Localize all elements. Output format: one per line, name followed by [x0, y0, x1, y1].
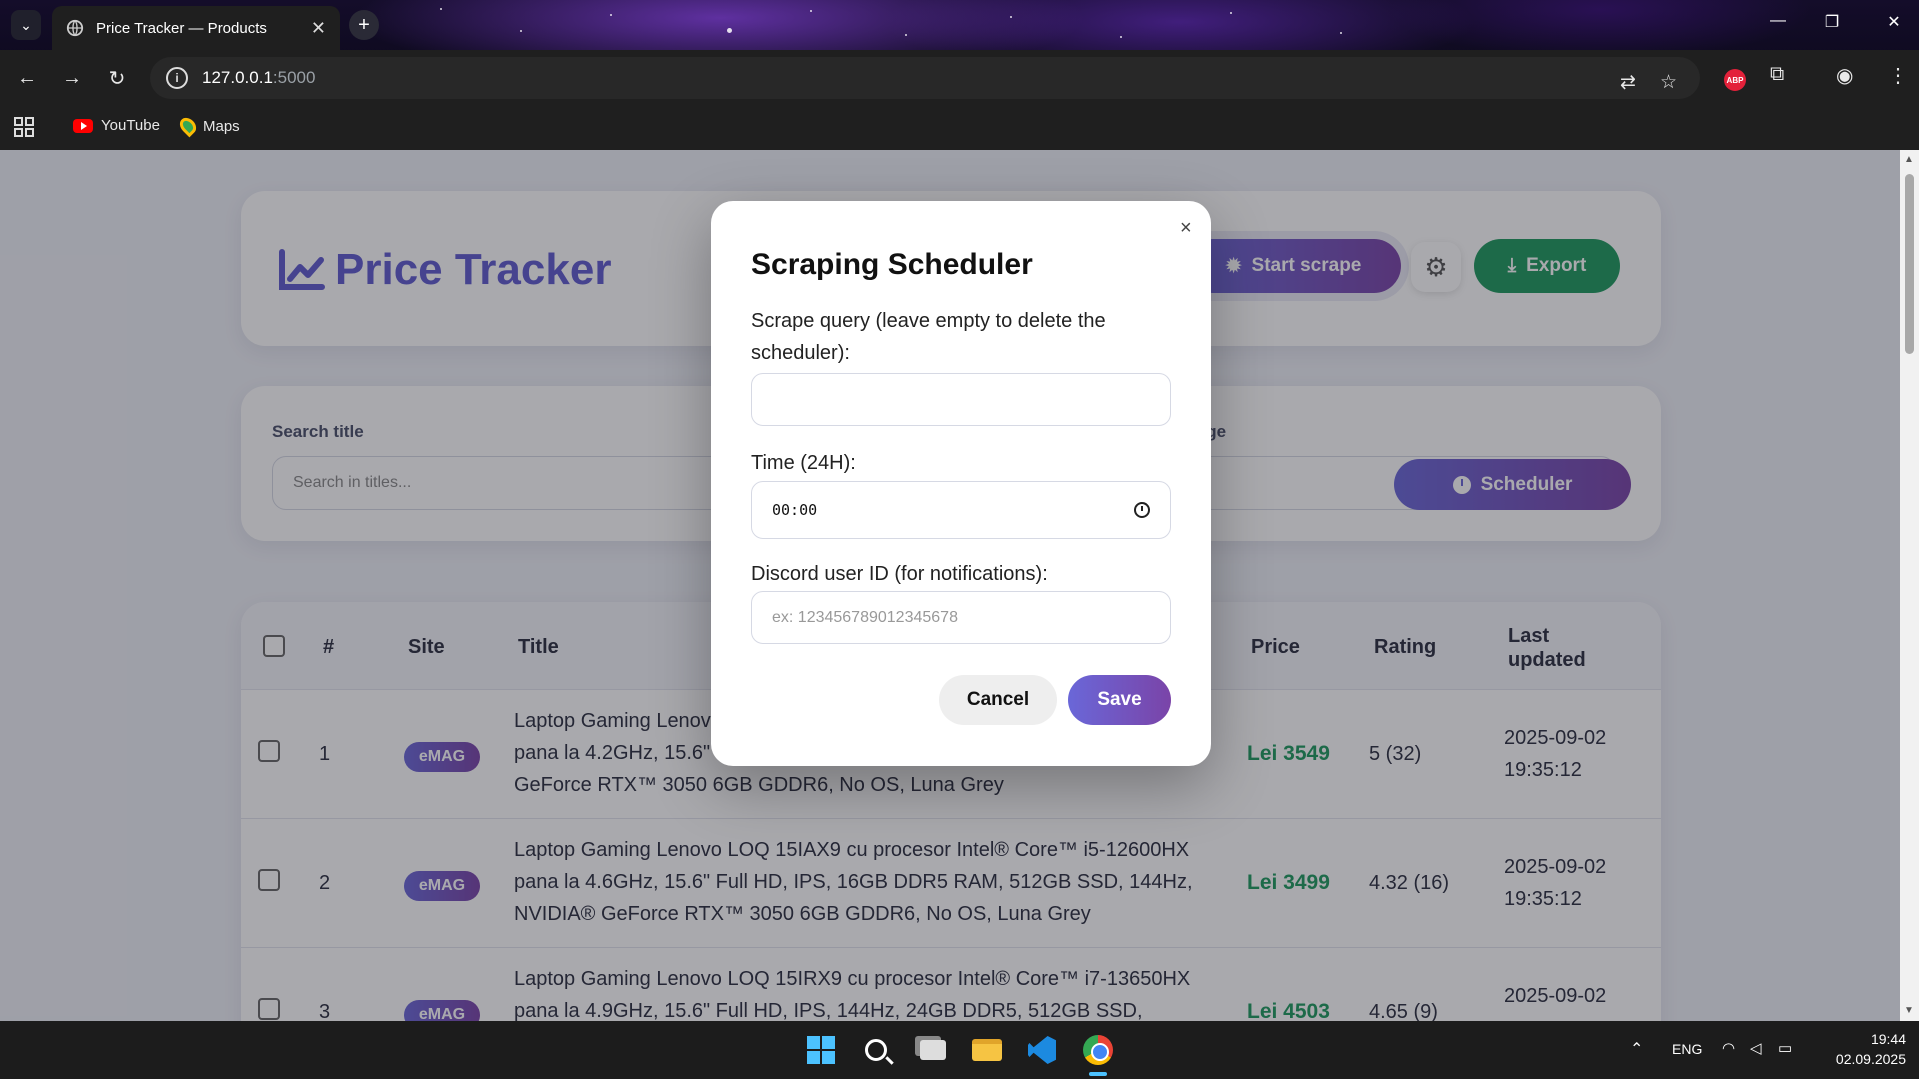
- tab-search-button[interactable]: ⌄: [11, 10, 41, 40]
- tab-price-tracker[interactable]: Price Tracker — Products ✕: [52, 6, 340, 50]
- page-scrollbar[interactable]: ▲ ▼: [1900, 150, 1919, 1021]
- window-close-icon[interactable]: ✕: [1882, 12, 1906, 32]
- vscode-icon[interactable]: [1026, 1034, 1058, 1066]
- file-explorer-icon[interactable]: [971, 1034, 1003, 1066]
- back-icon[interactable]: ←: [12, 63, 42, 93]
- bookmarks-bar: YouTube Maps: [0, 108, 1919, 150]
- volume-icon[interactable]: ◁: [1750, 1039, 1762, 1057]
- clock-time: 19:44: [1870, 1031, 1906, 1047]
- minimize-icon[interactable]: —: [1766, 12, 1790, 30]
- tab-close-icon[interactable]: ✕: [311, 18, 326, 39]
- tray-chevron-icon[interactable]: ⌃: [1630, 1039, 1643, 1059]
- task-view-icon[interactable]: [917, 1034, 949, 1066]
- apps-grid-icon[interactable]: [14, 117, 34, 137]
- youtube-icon: [73, 118, 93, 133]
- bookmark-label: Maps: [203, 117, 240, 135]
- clock-date: 02.09.2025: [1835, 1051, 1906, 1067]
- info-icon[interactable]: i: [166, 67, 188, 89]
- forward-icon[interactable]: →: [57, 63, 87, 93]
- cancel-button[interactable]: Cancel: [939, 675, 1057, 725]
- reload-icon[interactable]: ↻: [102, 63, 132, 93]
- discord-label: Discord user ID (for notifications):: [751, 563, 1048, 585]
- wifi-icon[interactable]: ◠: [1722, 1039, 1735, 1057]
- tab-title: Price Tracker — Products: [96, 19, 267, 37]
- bookmark-maps[interactable]: Maps: [176, 114, 240, 138]
- menu-icon[interactable]: ⋮: [1888, 63, 1908, 88]
- url-host: 127.0.0.1: [202, 68, 273, 87]
- restore-icon[interactable]: ❐: [1820, 12, 1844, 32]
- profile-icon[interactable]: ◉: [1836, 63, 1853, 88]
- clock-icon[interactable]: [1134, 502, 1150, 518]
- maps-pin-icon: [176, 114, 200, 138]
- extensions-icon[interactable]: ⧉: [1770, 63, 1784, 86]
- translate-icon[interactable]: ⇄: [1620, 71, 1636, 94]
- system-clock[interactable]: 19:44 02.09.2025: [1826, 1029, 1906, 1069]
- query-label: Scrape query (leave empty to delete the …: [751, 310, 1106, 364]
- time-value: 00:00: [772, 501, 818, 519]
- bookmark-label: YouTube: [101, 117, 160, 134]
- scroll-down-icon[interactable]: ▼: [1904, 1005, 1914, 1016]
- browser-chrome: ⌄ Price Tracker — Products ✕ + — ❐ ✕ ← →…: [0, 0, 1919, 150]
- save-button[interactable]: Save: [1068, 675, 1171, 725]
- discord-id-input[interactable]: ex: 123456789012345678: [751, 591, 1171, 644]
- taskbar: ⌃ ENG ◠ ◁ ▭ 19:44 02.09.2025: [0, 1021, 1919, 1079]
- adblock-icon[interactable]: ABP: [1724, 69, 1746, 91]
- query-input[interactable]: [751, 373, 1171, 426]
- globe-icon: [66, 19, 84, 37]
- new-tab-button[interactable]: +: [349, 10, 379, 40]
- star-icon[interactable]: ☆: [1660, 71, 1677, 94]
- language-indicator[interactable]: ENG: [1672, 1041, 1702, 1057]
- close-icon[interactable]: ×: [1180, 217, 1192, 240]
- active-app-indicator: [1089, 1072, 1107, 1076]
- address-bar[interactable]: i 127.0.0.1:5000 ⇄ ☆: [150, 57, 1700, 99]
- battery-icon[interactable]: ▭: [1778, 1039, 1792, 1057]
- search-icon[interactable]: [860, 1034, 892, 1066]
- scheduler-modal: × Scraping Scheduler Scrape query (leave…: [711, 201, 1211, 766]
- modal-title: Scraping Scheduler: [751, 248, 1033, 281]
- scroll-up-icon[interactable]: ▲: [1904, 154, 1914, 165]
- bookmark-youtube[interactable]: YouTube: [73, 117, 160, 134]
- start-icon[interactable]: [805, 1034, 837, 1066]
- scrollbar-thumb[interactable]: [1905, 174, 1914, 354]
- url-port: :5000: [272, 68, 316, 87]
- chrome-icon[interactable]: [1082, 1034, 1114, 1066]
- time-label: Time (24H):: [751, 452, 856, 474]
- tab-strip: ⌄ Price Tracker — Products ✕ + — ❐ ✕: [0, 0, 1919, 50]
- browser-toolbar: ← → ↻ i 127.0.0.1:5000 ⇄ ☆: [0, 50, 1919, 108]
- time-input[interactable]: 00:00: [751, 481, 1171, 539]
